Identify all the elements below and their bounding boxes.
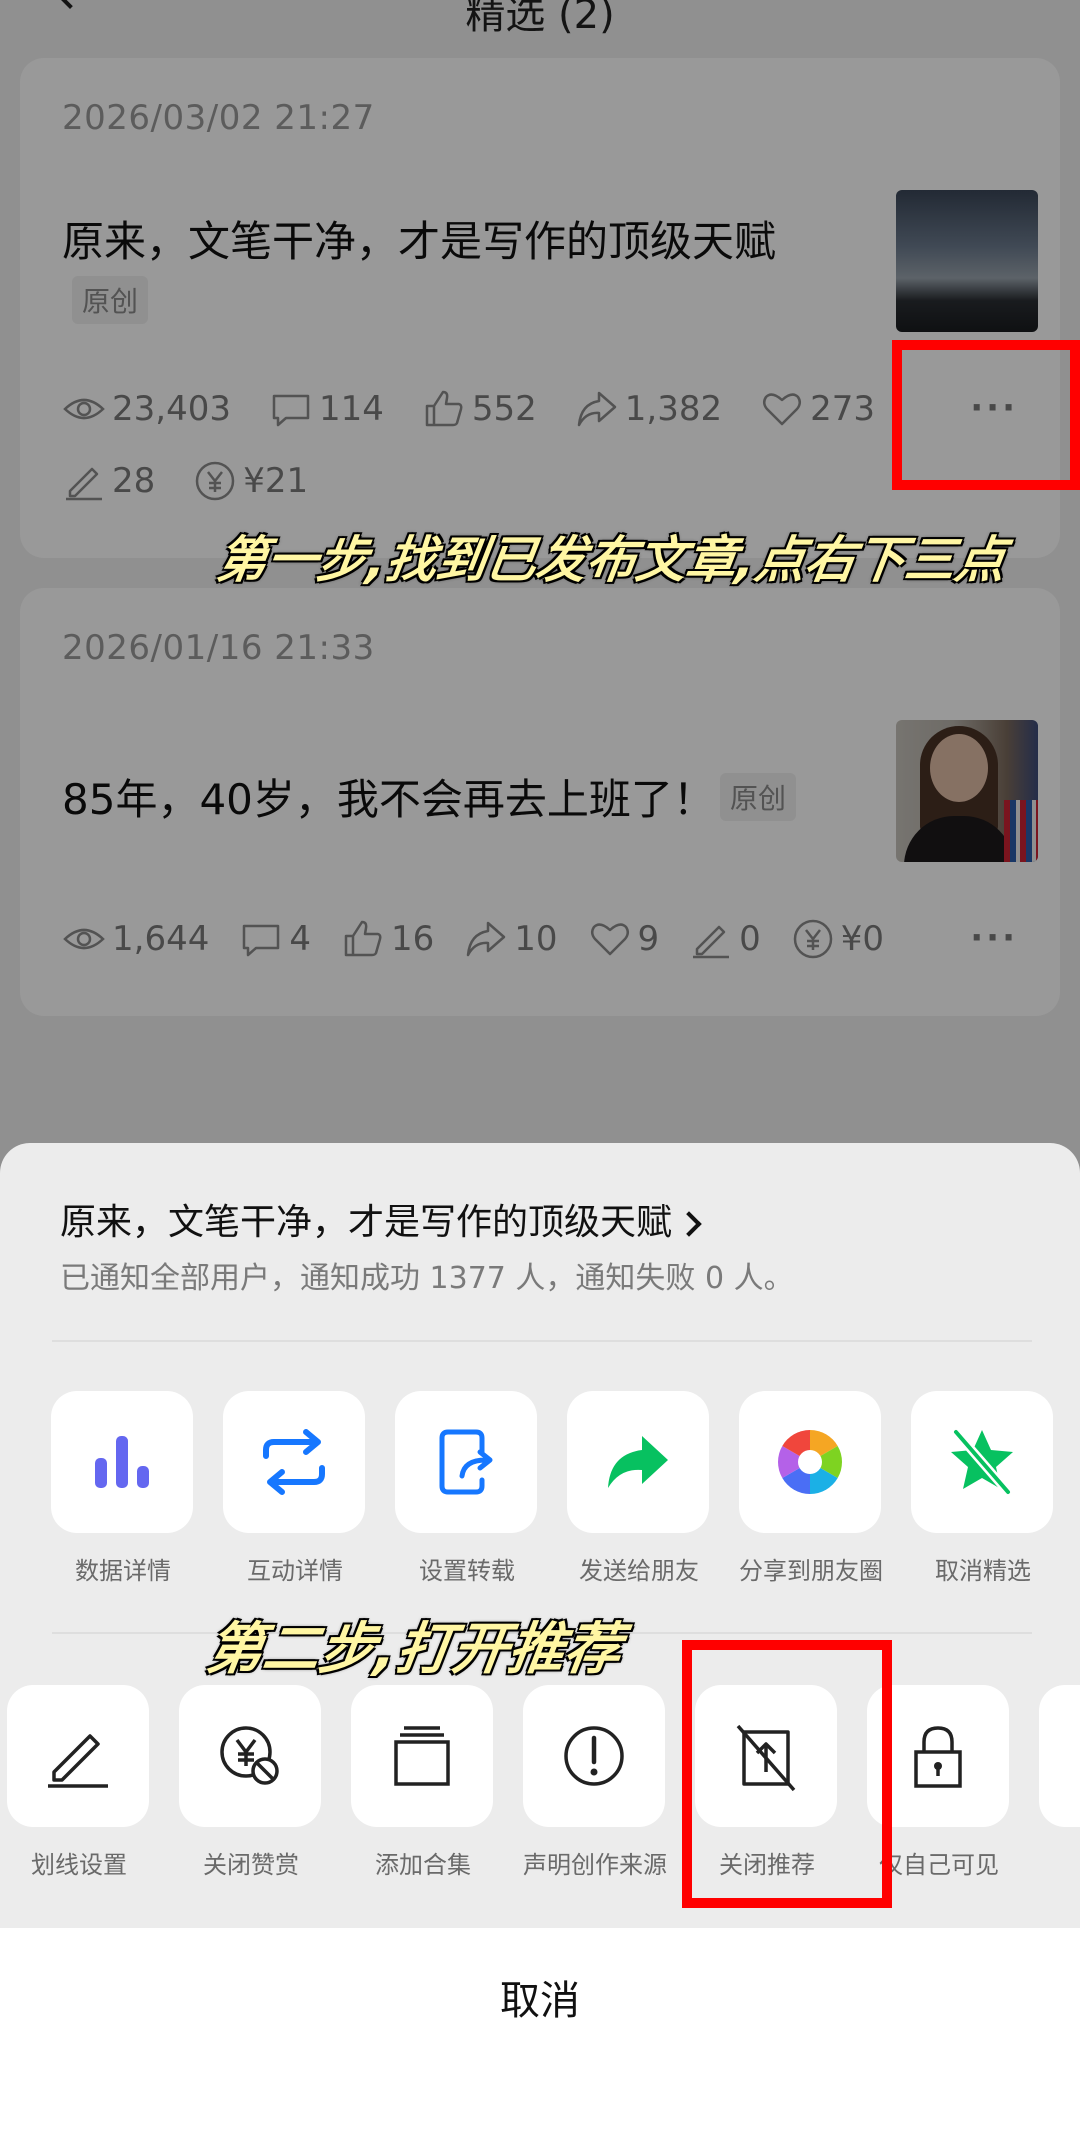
- exclamation-icon: [564, 1726, 624, 1786]
- action-next-partial[interactable]: [1039, 1685, 1080, 1827]
- repost-icon: [439, 1429, 493, 1495]
- action-declare-source[interactable]: 声明创作来源: [523, 1685, 667, 1880]
- lock-icon: [914, 1726, 962, 1788]
- repeat-icon: [263, 1429, 325, 1495]
- star-off-icon: [951, 1427, 1013, 1497]
- action-close-reward[interactable]: 关闭赞赏: [179, 1685, 323, 1880]
- action-underline-settings[interactable]: 划线设置: [7, 1685, 151, 1880]
- cancel-area: 取消: [0, 1928, 1080, 2156]
- action-send-to-friend[interactable]: 发送给朋友: [567, 1391, 711, 1586]
- step1-annotation: 第一步,找到已发布文章,点右下三点: [213, 531, 1010, 589]
- action-add-collection[interactable]: 添加合集: [351, 1685, 495, 1880]
- step2-annotation: 第二步,打开推荐: [202, 1617, 626, 1682]
- action-repost-settings[interactable]: 设置转载: [395, 1391, 539, 1586]
- forward-arrow-icon: [608, 1436, 668, 1488]
- action-data-details[interactable]: 数据详情: [51, 1391, 195, 1586]
- collection-stack-icon: [394, 1726, 450, 1786]
- action-share-moments[interactable]: 分享到朋友圈: [739, 1391, 883, 1586]
- sheet-article-title[interactable]: 原来，文笔干净，才是写作的顶级天赋: [60, 1193, 702, 1245]
- highlight-box-close-recommend: [682, 1640, 892, 1908]
- divider: [52, 1340, 1032, 1342]
- highlight-box-more-button: [892, 340, 1080, 490]
- notification-status: 已通知全部用户，通知成功 1377 人，通知失败 0 人。: [60, 1261, 794, 1296]
- cancel-button[interactable]: 取消: [0, 1968, 1080, 2026]
- action-unfeature[interactable]: 取消精选: [911, 1391, 1055, 1586]
- chevron-right-icon: [676, 1211, 702, 1237]
- moments-aperture-icon: [778, 1430, 842, 1494]
- bar-chart-icon: [95, 1436, 149, 1488]
- pen-underline-icon: [48, 1734, 108, 1788]
- action-interaction-details[interactable]: 互动详情: [223, 1391, 367, 1586]
- reward-off-icon: [220, 1726, 279, 1785]
